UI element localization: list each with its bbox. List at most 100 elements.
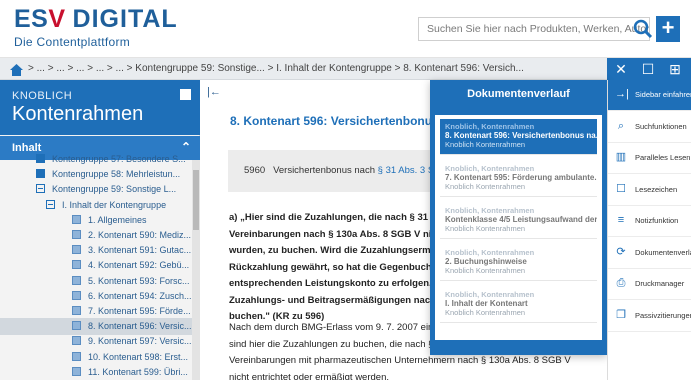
breadcrumb-bar: > ... > ... > ... > ... > ... > Kontengr… — [0, 58, 691, 80]
right-panel-item[interactable]: ⎙ Druckmanager — [608, 269, 691, 300]
page-title: 8. Kontenart 596: Versichertenbonus na — [230, 114, 457, 128]
logo-wordmark: ESV DIGITAL — [14, 5, 178, 33]
right-panel-item[interactable]: ⟳ Dokumentenverlauf — [608, 238, 691, 269]
search-icon[interactable] — [633, 18, 653, 40]
history-title: Dokumentenverlauf — [467, 88, 570, 100]
right-panel-item[interactable]: ≡ Notizfunktion — [608, 206, 691, 237]
chevron-up-icon[interactable]: ⌃ — [181, 140, 191, 154]
document-icon[interactable] — [72, 306, 81, 315]
history-item-sub: Knoblich Kontenrahmen — [445, 182, 526, 191]
collapse-sidebar-icon[interactable]: |← — [207, 86, 221, 98]
tree-item-label: 11. Kontenart 599: Übri... — [88, 366, 188, 377]
history-item-sub: Knoblich Kontenrahmen — [445, 266, 526, 275]
right-panel-item[interactable]: ⌕ Suchfunktionen — [608, 112, 691, 143]
toc-section-label: Inhalt — [12, 142, 42, 154]
collapse-icon[interactable] — [36, 184, 45, 194]
history-item-sub: Knoblich Kontenrahmen — [445, 140, 526, 149]
tree-item-label: 4. Kontenart 592: Gebü... — [88, 260, 190, 271]
right-panel-label: Paralleles Lesen — [635, 153, 691, 162]
fullscreen-icon[interactable]: ⊞ — [667, 61, 683, 77]
history-item-book: Knoblich, Kontenrahmen — [445, 206, 535, 215]
document-icon[interactable] — [72, 214, 81, 224]
document-icon[interactable] — [72, 366, 81, 376]
tree-item-label: 7. Kontenart 595: Förde... — [88, 306, 191, 316]
history-icon: ⟳ — [616, 245, 626, 258]
publisher-label: KNOBLICH — [12, 90, 73, 102]
tree-item-label: Kontengruppe 59: Sonstige L... — [52, 184, 177, 195]
body-line: nicht entrichtet oder ermäßigt werden. — [229, 371, 389, 380]
close-icon[interactable]: ✕ — [613, 61, 629, 77]
right-panel-item[interactable]: ▥ Paralleles Lesen — [608, 143, 691, 174]
bookmark-icon: ☐ — [616, 182, 626, 195]
history-item[interactable]: Knoblich, Kontenrahmen 8. Kontenart 596: … — [440, 119, 597, 155]
account-text: Versichertenbonus nach — [273, 165, 375, 176]
history-popup: Dokumentenverlauf Knoblich, Kontenrahmen… — [430, 80, 607, 355]
expand-icon[interactable] — [36, 154, 45, 163]
home-icon[interactable] — [10, 63, 23, 76]
citations-icon: ❐ — [616, 308, 626, 321]
history-item-title: I. Inhalt der Kontenart — [445, 299, 528, 308]
document-icon[interactable] — [72, 290, 81, 300]
sidebar-header: KNOBLICH Kontenrahmen — [0, 80, 200, 135]
expand-icon[interactable] — [36, 169, 45, 179]
history-item[interactable]: Knoblich, Kontenrahmen Kontenklasse 4/5 L… — [440, 203, 597, 239]
history-item[interactable]: Knoblich, Kontenrahmen 2. Buchungshinweis… — [440, 245, 597, 281]
document-icon[interactable] — [72, 260, 81, 270]
sidebar-scrollbar[interactable] — [192, 160, 200, 380]
breadcrumb[interactable]: > ... > ... > ... > ... > ... > Kontengr… — [28, 63, 524, 74]
right-panel-label: Suchfunktionen — [635, 121, 687, 131]
right-panel-item[interactable]: →| Sidebar einfahren — [608, 80, 691, 111]
tree-item-label: 1. Allgemeines — [88, 214, 147, 225]
logo-subtitle: Die Contentplattform — [14, 35, 131, 49]
checkbox-icon[interactable] — [180, 89, 191, 100]
right-panel-label: Notizfunktion — [635, 216, 679, 225]
quote-line: wurden, zu buchen. Wird die Zuzahlungser… — [229, 245, 445, 256]
history-item-book: Knoblich, Kontenrahmen — [445, 248, 535, 257]
search-functions-icon: ⌕ — [617, 119, 625, 132]
tree-item-label: 5. Kontenart 593: Forsc... — [88, 275, 190, 286]
right-panel: →| Sidebar einfahren ⌕ Suchfunktionen ▥ Paral… — [607, 80, 691, 380]
document-icon[interactable] — [72, 351, 81, 361]
document-icon[interactable] — [72, 275, 81, 285]
right-panel-label: Lesezeichen — [635, 184, 678, 194]
history-item-sub: Knoblich Kontenrahmen — [445, 224, 526, 233]
document-icon[interactable] — [72, 245, 81, 255]
bookmark-icon[interactable]: ☐ — [640, 61, 656, 77]
history-item-title: 2. Buchungshinweise — [445, 257, 527, 266]
history-item[interactable]: Knoblich, Kontenrahmen 7. Kontenart 595: … — [440, 161, 597, 197]
parallel-reading-icon: ▥ — [615, 151, 627, 163]
tree-item-label: 6. Kontenart 594: Zusch... — [88, 290, 192, 301]
tree-item-label: 9. Kontenart 597: Versic... — [88, 336, 192, 347]
book-title: Kontenrahmen — [12, 103, 144, 125]
tree-item-label: 8. Kontenart 596: Versic... — [88, 321, 192, 332]
document-icon[interactable] — [72, 336, 81, 346]
history-item-title: 8. Kontenart 596: Versichertenbonus na..… — [445, 131, 597, 140]
sidebar-collapse-icon: →| — [615, 88, 629, 100]
tree-item-label: Kontengruppe 58: Mehrleistun... — [52, 169, 181, 180]
note-icon: ≡ — [617, 214, 625, 226]
right-panel-item[interactable]: ❐ Passivzitierungen — [608, 301, 691, 332]
quote-line: Zuzahlungs- und Beitragsermäßigungen nac… — [229, 294, 444, 306]
tree-item-label: I. Inhalt der Kontengruppe — [62, 199, 167, 210]
quote-line: a) „Hier sind die Zuzahlungen, die nach … — [229, 212, 451, 223]
add-button[interactable]: + — [656, 16, 680, 42]
history-item[interactable]: Knoblich, Kontenrahmen I. Inhalt der Kont… — [440, 287, 597, 323]
tree-item-label: Kontengruppe 57: Besondere S... — [52, 154, 186, 164]
body-line: Vereinbarungen mit pharmazeutischen Unte… — [229, 355, 571, 366]
logo[interactable]: ESV DIGITAL Die Contentplattform — [14, 6, 178, 49]
history-item-book: Knoblich, Kontenrahmen — [445, 290, 535, 299]
document-icon[interactable] — [72, 230, 81, 239]
header: ESV DIGITAL Die Contentplattform Suchen S… — [0, 0, 691, 58]
right-panel-label: Sidebar einfahren — [635, 90, 691, 99]
scrollbar-thumb[interactable] — [193, 170, 199, 230]
quote-paragraph: a) „Hier sind die Zuzahlungen, die nach … — [229, 210, 454, 326]
collapse-icon[interactable] — [46, 199, 55, 209]
top-toolbar: ✕ ☐ ⊞ — [607, 58, 691, 80]
sidebar: KNOBLICH Kontenrahmen Inhalt ⌃ Kontengru… — [0, 80, 200, 380]
tree-item[interactable]: 11. Kontenart 599: Übri... — [72, 366, 188, 380]
history-item-title: Kontenklasse 4/5 Leistungsaufwand der... — [445, 215, 597, 224]
right-panel-item[interactable]: ☐ Lesezeichen — [608, 175, 691, 206]
search-input[interactable]: Suchen Sie hier nach Produkten, Werken, … — [418, 17, 650, 41]
document-icon[interactable] — [72, 321, 81, 331]
right-panel-label: Dokumentenverlauf — [635, 247, 691, 257]
